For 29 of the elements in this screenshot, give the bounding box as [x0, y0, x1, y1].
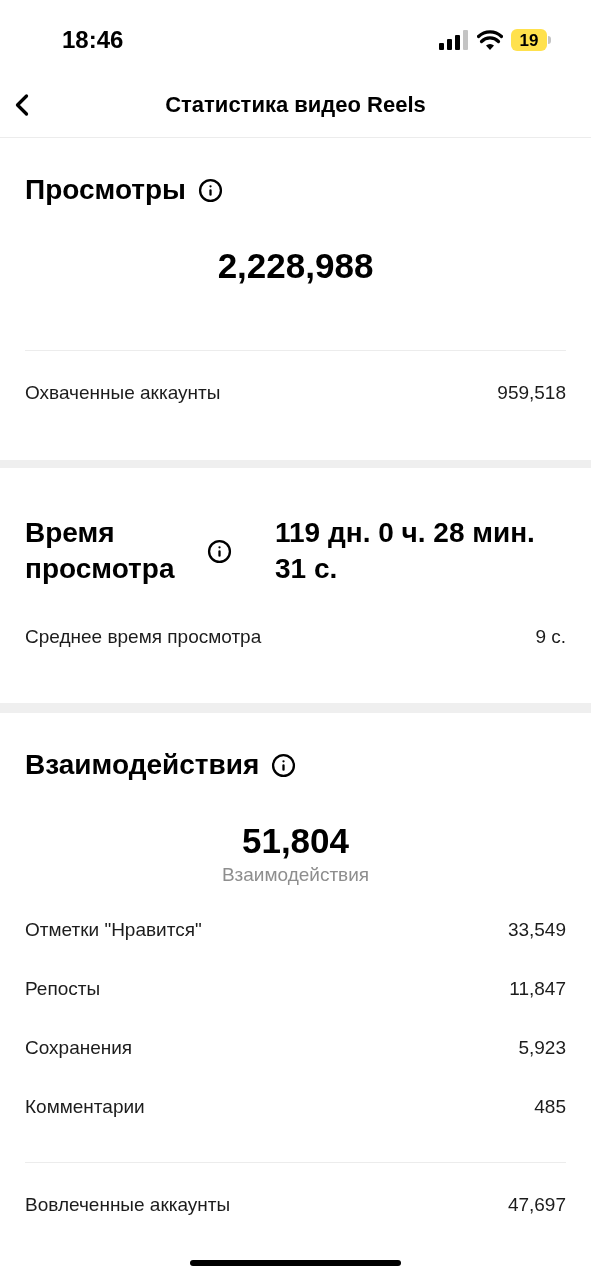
info-icon[interactable] [207, 538, 232, 564]
total-caption: Взаимодействия [221, 863, 370, 887]
stat-label: Охваченные аккаунты [25, 380, 221, 405]
watch-time-value: 119 дн. 0 ч. 28 мин. 31 с. [275, 516, 536, 586]
section-title: Просмотры [25, 173, 186, 207]
section-title: Время просмотра [25, 516, 176, 586]
info-icon[interactable] [198, 177, 223, 203]
stat-label: Среднее время просмотра [25, 624, 262, 649]
total-value: 51,804 [241, 821, 350, 861]
battery-percentage: 19 [519, 31, 539, 49]
stat-label: Сохранения [25, 1036, 133, 1061]
wifi-icon [477, 30, 503, 50]
stat-value: 47,697 [507, 1192, 566, 1217]
total-value: 2,228,988 [217, 246, 374, 286]
stat-label: Комментарии [25, 1095, 145, 1120]
stat-value: 11,847 [509, 977, 566, 1002]
stat-value: 5,923 [518, 1036, 566, 1061]
stat-value: 959,518 [497, 380, 566, 405]
section-title: Взаимодействия [25, 748, 260, 782]
info-icon[interactable] [271, 752, 297, 778]
page-title: Статистика видео Reels [164, 91, 427, 119]
stat-value: 33,549 [507, 918, 566, 943]
stat-label: Репосты [25, 977, 101, 1002]
status-time: 18:46 [62, 25, 124, 55]
signal-icon [439, 30, 469, 50]
stat-value: 485 [534, 1095, 566, 1120]
stat-label: Вовлеченные аккаунты [25, 1192, 231, 1217]
stat-value: 9 с. [535, 624, 566, 649]
stat-label: Отметки "Нравится" [25, 918, 202, 943]
